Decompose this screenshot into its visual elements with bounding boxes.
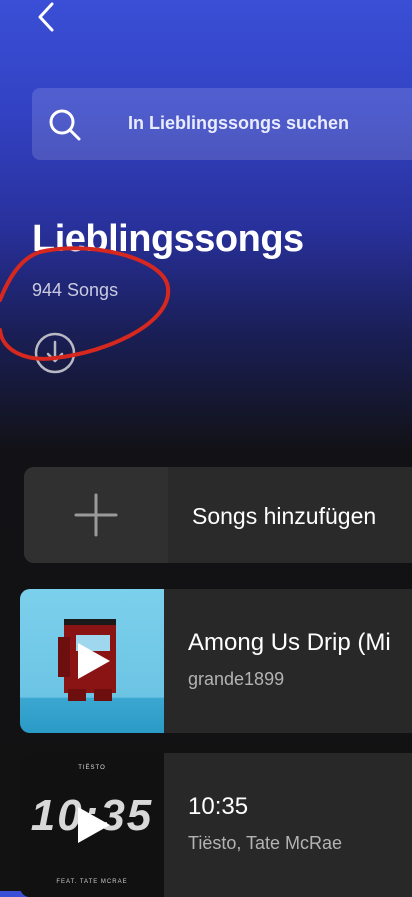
album-art-1035: TIËSTO 10:35 FEAT. TATE MCRAE [20,753,164,897]
plus-icon [74,493,118,537]
download-circle-icon [34,332,76,374]
song-count: 944 Songs [32,280,119,300]
track-title: Among Us Drip (Mi [188,629,391,656]
album-art-among-us [20,589,164,733]
download-button[interactable] [32,330,78,376]
track-row-2[interactable]: TIËSTO 10:35 FEAT. TATE MCRAE 10:35 Tiës… [20,753,412,897]
track-artist: grande1899 [188,669,285,689]
add-songs-button[interactable]: Songs hinzufügen [24,467,412,563]
add-songs-label: Songs hinzufügen [192,503,377,529]
search-icon [49,109,81,141]
add-songs-thumb [24,467,168,563]
page-title: Lieblingssongs [32,218,304,260]
track-title: 10:35 [188,793,249,820]
back-button[interactable] [30,0,64,36]
art-text-top: TIËSTO [78,765,106,771]
annotation-circle [0,246,171,361]
play-icon[interactable] [76,641,112,681]
track-artist: Tiësto, Tate McRae [188,833,343,853]
track-row-1[interactable]: Among Us Drip (Mi grande1899 [20,589,412,733]
chevron-left-icon [38,2,54,32]
art-text-bottom: FEAT. TATE MCRAE [56,879,128,885]
search-placeholder: In Lieblingssongs suchen [128,113,350,133]
play-icon[interactable] [76,805,112,845]
search-bar[interactable]: In Lieblingssongs suchen [32,88,412,160]
